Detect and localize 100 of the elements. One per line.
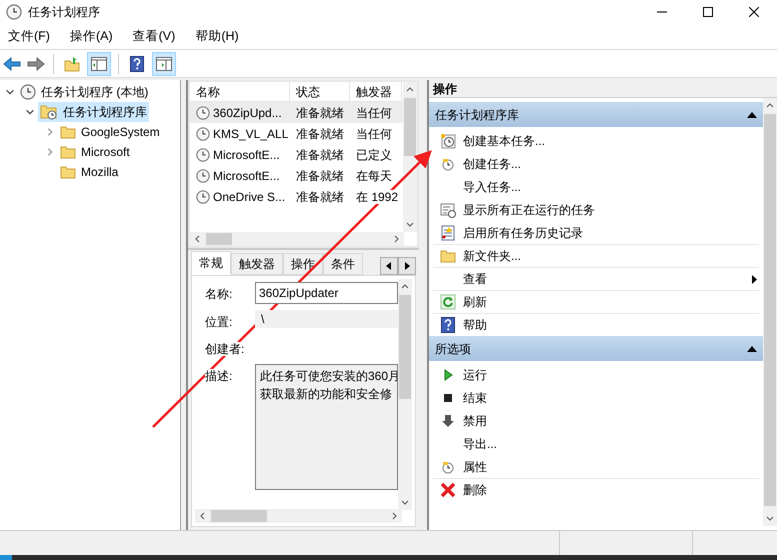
task-clock-icon	[196, 106, 210, 120]
task-clock-icon	[196, 148, 210, 162]
tree-item[interactable]: Microsoft	[58, 142, 132, 162]
delete-icon	[440, 482, 456, 498]
action-item[interactable]: 结束	[433, 386, 759, 409]
chevron-icon[interactable]	[5, 87, 15, 97]
task-clock-icon	[196, 126, 210, 140]
submenu-arrow-icon	[752, 274, 757, 284]
tree-item[interactable]: 任务计划程序库	[38, 102, 149, 122]
panel-icon	[91, 56, 107, 70]
task-clock-icon	[196, 168, 210, 182]
menu-item[interactable]: 文件(F)	[8, 27, 50, 46]
section-header[interactable]: 所选项	[429, 336, 763, 361]
chevron-icon[interactable]	[25, 107, 35, 117]
task-row[interactable]: MicrosoftE... 准备就绪 在每天	[190, 165, 403, 186]
tab-scroll-right[interactable]	[398, 257, 416, 275]
action-item[interactable]: 创建基本任务...	[433, 129, 759, 152]
location-field: \	[255, 310, 398, 328]
field-label: 创建者:	[205, 342, 244, 356]
task-row[interactable]: 360ZipUpd... 准备就绪 当任何	[190, 102, 403, 123]
action-item[interactable]: 禁用	[433, 409, 759, 432]
back-arrow-icon	[3, 56, 21, 70]
vertical-scrollbar[interactable]	[403, 82, 417, 232]
task-name: MicrosoftE...	[213, 146, 280, 164]
menu-item[interactable]: 查看(V)	[132, 27, 176, 46]
window-title: 任务计划程序	[28, 4, 100, 21]
tab[interactable]: 条件	[323, 253, 363, 275]
task-row[interactable]: MicrosoftE... 准备就绪 已定义	[190, 144, 403, 165]
description-field[interactable]: 此任务可使您安装的360月 获取最新的功能和安全修	[255, 364, 398, 490]
field-label: 名称:	[205, 287, 232, 301]
vertical-scrollbar[interactable]	[763, 98, 777, 526]
folder-up-icon	[64, 56, 80, 72]
task-row[interactable]: KMS_VL_ALL 准备就绪 当任何	[190, 123, 403, 144]
tree-item[interactable]: GoogleSystem	[58, 122, 162, 142]
folder-icon	[60, 125, 76, 139]
maximize-icon	[703, 7, 713, 17]
new-folder-icon	[440, 249, 456, 263]
show-tree-button[interactable]	[87, 52, 111, 76]
panel-icon	[156, 56, 172, 70]
folder-icon	[60, 145, 76, 159]
app-icon	[6, 4, 22, 20]
menu-item[interactable]: 帮助(H)	[195, 27, 239, 46]
refresh-icon	[440, 294, 456, 310]
action-item[interactable]: 启用所有任务历史记录	[433, 221, 759, 244]
log-icon	[440, 224, 456, 240]
close-icon	[749, 7, 759, 17]
tab-scroll-left[interactable]	[380, 257, 398, 275]
table-cell: 在 1992	[356, 190, 398, 204]
forward-arrow-icon	[27, 56, 45, 70]
action-item[interactable]: 导入任务...	[433, 175, 759, 198]
table-cell-text: 准备就绪	[295, 146, 345, 164]
list-clock-icon	[440, 202, 456, 218]
actions-header: 操作	[429, 80, 777, 98]
table-cell-text: 准备就绪	[295, 168, 345, 184]
description-line: 获取最新的功能和安全修	[260, 386, 392, 403]
description-line: 此任务可使您安装的360月	[260, 368, 397, 385]
name-field[interactable]: 360ZipUpdater	[255, 282, 398, 304]
horizontal-scrollbar[interactable]	[195, 509, 402, 523]
field-label: 描述:	[205, 369, 232, 383]
table-cell: 在每天	[356, 168, 392, 182]
section-title: 任务计划程序库	[435, 106, 520, 124]
task-name: KMS_VL_ALL	[213, 126, 288, 142]
task-row[interactable]: OneDrive S... 准备就绪 在 1992	[190, 186, 403, 207]
folder-icon	[60, 165, 76, 179]
action-item[interactable]: 属性	[433, 455, 759, 478]
menu-item[interactable]: 操作(A)	[70, 27, 113, 46]
table-cell-text: 准备就绪	[295, 188, 345, 206]
vertical-scrollbar[interactable]	[398, 279, 412, 510]
task-name: MicrosoftE...	[213, 168, 280, 184]
horizontal-scrollbar[interactable]	[190, 232, 404, 246]
help-icon	[441, 317, 455, 333]
field-label: 位置:	[205, 315, 232, 329]
tree-item[interactable]: 任务计划程序 (本地)	[18, 82, 150, 102]
action-item[interactable]: 创建任务...	[433, 152, 759, 175]
table-cell-text: 准备就绪	[295, 126, 345, 142]
table-cell-text: 准备就绪	[295, 104, 345, 122]
clock-folder-icon	[40, 104, 58, 120]
action-item[interactable]: 刷新	[433, 290, 759, 313]
action-item[interactable]: 新文件夹...	[433, 244, 759, 267]
tab[interactable]: 常规	[191, 251, 231, 275]
section-header[interactable]: 任务计划程序库	[429, 102, 763, 127]
table-cell: 当任何	[356, 126, 392, 140]
collapse-icon[interactable]	[747, 112, 757, 118]
down-arrow-icon	[441, 414, 455, 428]
show-action-pane-button[interactable]	[152, 52, 176, 76]
tab[interactable]: 触发器	[231, 253, 283, 275]
action-item[interactable]: 导出...	[433, 432, 759, 455]
left-arrow-icon	[386, 262, 392, 270]
action-item[interactable]: 删除	[433, 478, 759, 501]
tab[interactable]: 操作	[283, 253, 323, 275]
right-arrow-icon	[404, 262, 410, 270]
task-clock-icon	[196, 190, 210, 204]
action-item[interactable]: 显示所有正在运行的任务	[433, 198, 759, 221]
collapse-icon[interactable]	[747, 346, 757, 352]
clock-icon	[20, 84, 36, 100]
task-name: 360ZipUpd...	[213, 104, 282, 122]
action-item[interactable]: 运行	[433, 363, 759, 386]
action-item[interactable]: 查看	[433, 267, 759, 290]
section-title: 所选项	[435, 340, 472, 358]
tree-item[interactable]: Mozilla	[58, 162, 120, 182]
